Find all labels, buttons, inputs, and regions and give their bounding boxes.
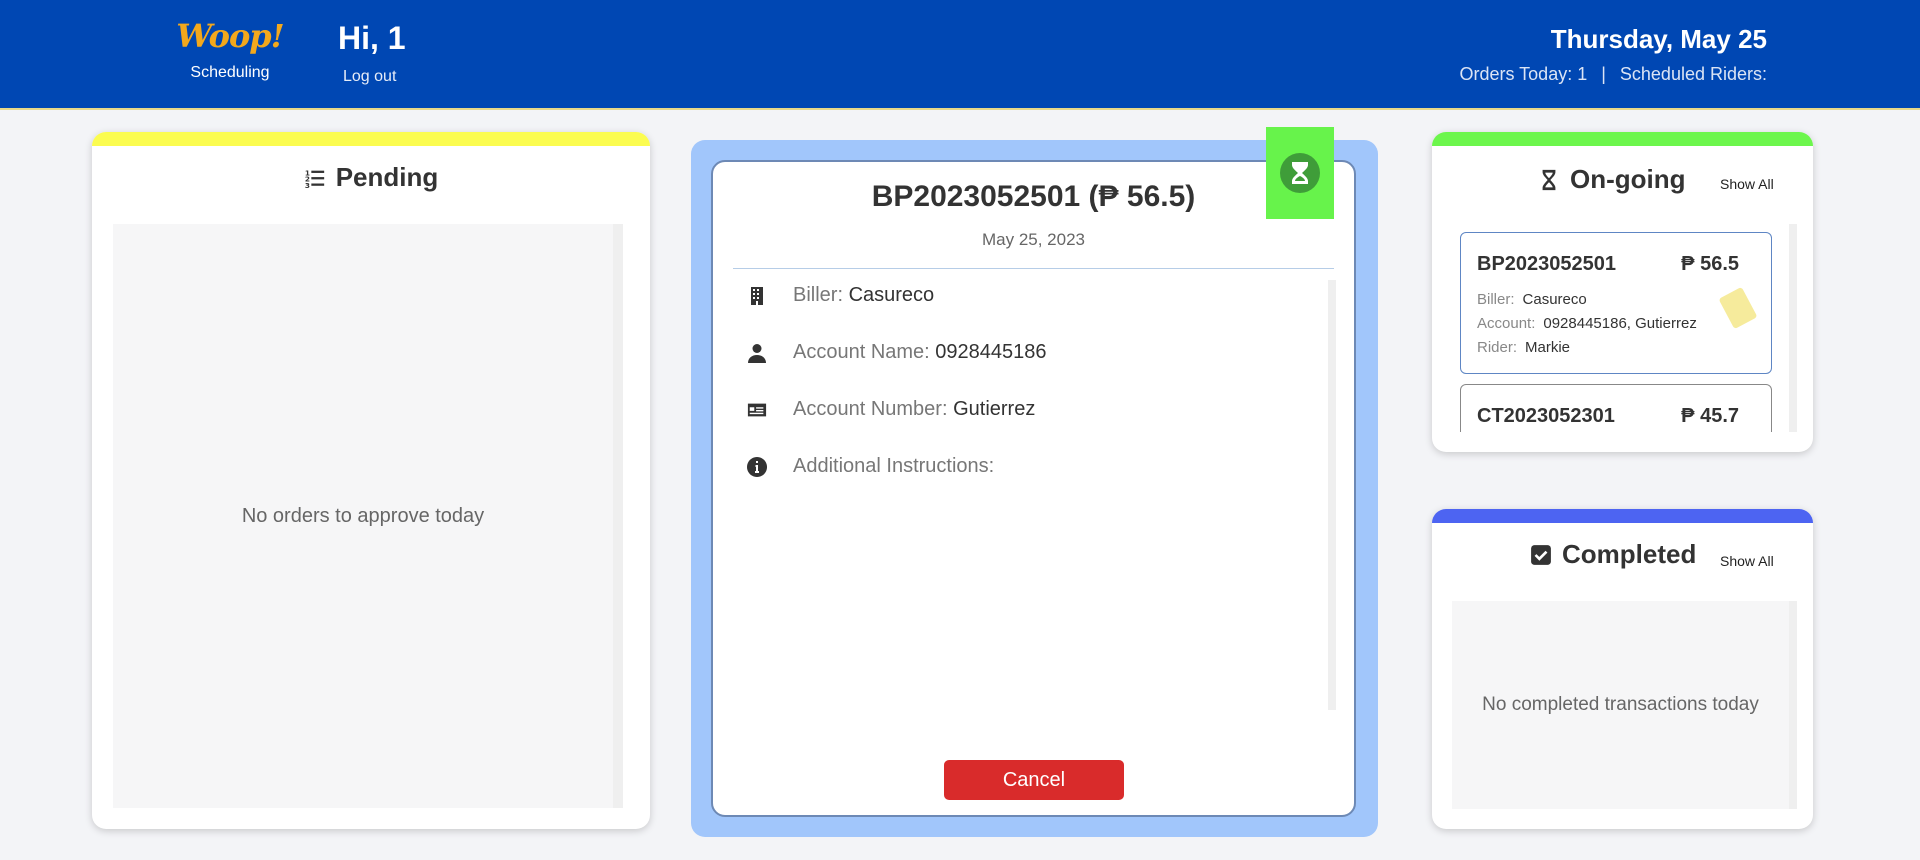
svg-text:3: 3 [305,181,310,189]
ongoing-accent-bar [1432,132,1813,146]
order-account: Account: 0928445186, Gutierrez [1477,315,1697,332]
logout-link[interactable]: Log out [343,68,396,86]
logo-subtitle: Scheduling [190,64,270,81]
completed-empty-message: No completed transactions today [1482,694,1759,715]
pending-accent-bar [92,132,650,146]
pending-title: 1 2 3 Pending [92,162,650,193]
logo-text: Woop! [176,17,284,55]
ongoing-show-all[interactable]: Show All [1720,176,1774,192]
list-ordered-icon: 1 2 3 [305,168,324,189]
pending-empty-message: No orders to approve today [241,504,485,527]
account-name-value: 0928445186 [935,341,1047,363]
scrollbar-thumb[interactable] [1789,224,1797,364]
account-number-value: Gutierrez [953,398,1036,420]
account-number-label: Account Number: [793,398,948,420]
ongoing-list[interactable]: BP2023052501 ₱ 56.5 Biller: Casureco Acco… [1452,224,1797,432]
building-icon [751,286,763,305]
pending-title-label: Pending [335,162,439,192]
ongoing-title-label: On-going [1570,164,1686,194]
order-id: CT2023052301 [1477,405,1615,427]
current-date: Thursday, May 25 [1550,24,1767,54]
divider [733,268,1334,269]
detail-row-account-number: Account Number: Gutierrez [747,398,1035,421]
order-detail-fields[interactable]: Biller: Casureco Account Name: 092844518… [733,280,1336,710]
hourglass-icon [1292,162,1308,184]
order-detail-panel: BP2023052501 (₱ 56.5) May 25, 2023 Bille… [691,140,1378,837]
order-card[interactable]: BP2023052501 ₱ 56.5 Biller: Casureco Acco… [1460,232,1772,374]
status-circle [1280,153,1320,193]
info-icon [747,456,767,477]
order-id: BP2023052501 [1477,253,1617,275]
app-logo[interactable]: Woop! Scheduling [170,16,290,82]
account-name-label: Account Name: [793,341,930,363]
order-detail-date: May 25, 2023 [981,230,1085,249]
ongoing-panel: On-going Show All BP2023052501 ₱ 56.5 Bi… [1432,132,1813,452]
checkbox-icon [1531,544,1551,565]
header-stats: Orders Today: 1 | Scheduled Riders: [1459,64,1767,85]
scheduled-riders: Scheduled Riders: [1619,64,1767,84]
completed-title-label: Completed [1562,539,1697,569]
order-detail-card: BP2023052501 (₱ 56.5) May 25, 2023 Bille… [711,160,1356,817]
status-badge[interactable] [1266,127,1334,219]
biller-value: Casureco [848,284,935,306]
completed-accent-bar [1432,509,1813,523]
completed-show-all[interactable]: Show All [1720,553,1774,569]
completed-list[interactable]: No completed transactions today [1452,601,1797,809]
order-rider: Rider: Markie [1477,339,1571,356]
detail-row-account-name: Account Name: 0928445186 [747,341,1047,364]
order-amount: ₱ 56.5 [1681,253,1739,275]
pending-list[interactable]: No orders to approve today [113,224,623,808]
order-detail-title: BP2023052501 (₱ 56.5) [871,180,1196,213]
detail-row-instructions: Additional Instructions: [747,455,994,478]
detail-row-biller: Biller: Casureco [747,284,934,307]
user-greeting: Hi, 1 [338,20,406,56]
completed-panel: Completed Show All No completed transact… [1432,509,1813,829]
order-biller: Biller: Casureco [1477,291,1587,308]
order-card[interactable]: CT2023052301 ₱ 45.7 [1460,384,1772,432]
biller-label: Biller: [793,284,844,306]
app-header: Woop! Scheduling Hi, 1 Log out Thursday,… [0,0,1920,110]
stats-separator: | [1601,64,1606,84]
hourglass-icon [1542,169,1556,190]
tag-icon [1718,286,1758,330]
ongoing-title: On-going [1538,164,1686,195]
orders-today: Orders Today: 1 [1459,64,1588,84]
id-card-icon [747,403,767,416]
instructions-label: Additional Instructions: [793,455,995,477]
cancel-button[interactable]: Cancel [944,760,1124,800]
completed-title: Completed [1530,539,1696,570]
user-icon [748,343,766,363]
order-amount: ₱ 45.7 [1681,405,1739,427]
pending-panel: 1 2 3 Pending No orders to approve today [92,132,650,829]
